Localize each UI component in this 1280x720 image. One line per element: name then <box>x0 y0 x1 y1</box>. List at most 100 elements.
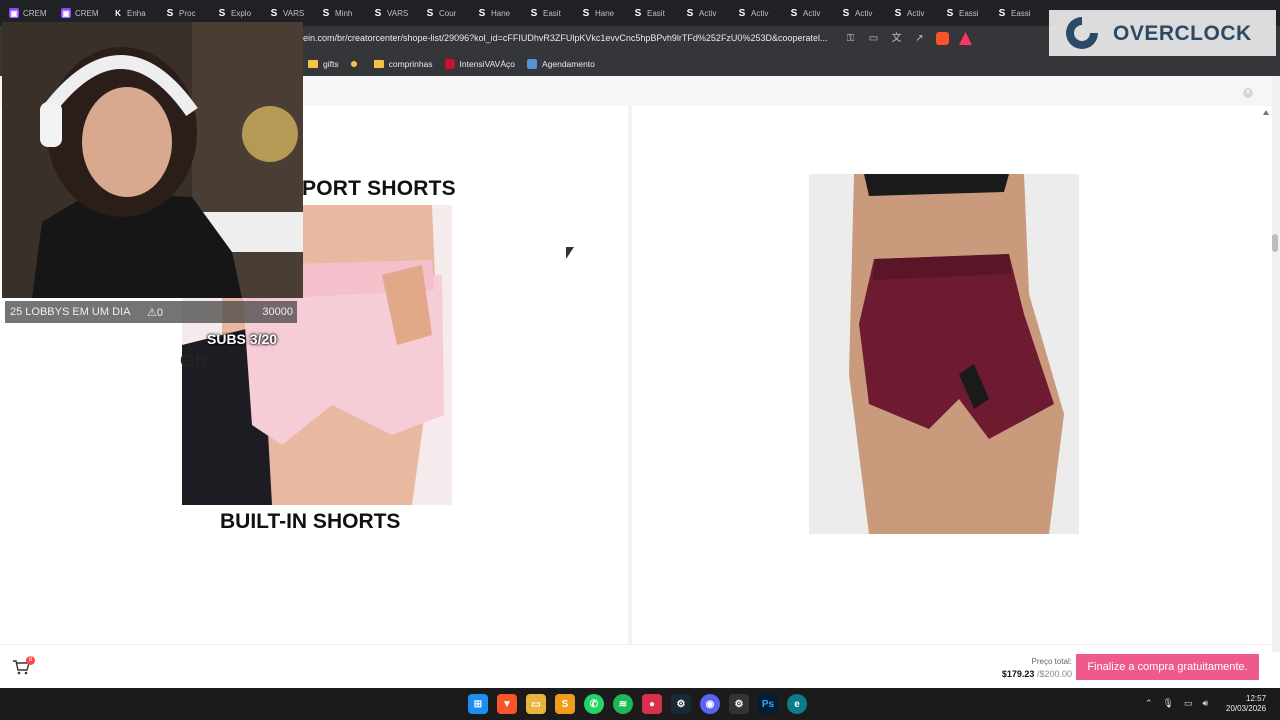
folder-icon <box>373 60 384 68</box>
s-icon: S <box>894 7 902 19</box>
browser-tab[interactable]: S Easit <box>628 2 680 24</box>
clock-date: 20/03/2026 <box>1226 704 1267 713</box>
tab-label: Hane <box>491 8 511 18</box>
browser-tab[interactable]: S Easit <box>524 2 576 24</box>
s-icon: S <box>738 7 746 19</box>
s-icon: S <box>946 7 954 19</box>
brave-rewards-icon[interactable] <box>959 32 972 45</box>
product-image-right[interactable] <box>809 174 1079 534</box>
browser-tab[interactable]: ▣ CREM <box>4 2 56 24</box>
page-scrollbar[interactable] <box>1272 76 1280 652</box>
browser-tab[interactable]: S Activ <box>680 2 732 24</box>
recording-app-icon[interactable]: ● <box>642 694 662 714</box>
discord-icon[interactable]: ◉ <box>700 694 720 714</box>
tray-chevron-up-icon[interactable]: ⌃ <box>1145 698 1153 709</box>
calendar-icon <box>526 59 537 69</box>
url-field[interactable]: ein.com/br/creatorcenter/shope-list/2909… <box>303 33 828 43</box>
goal-count: ⚠0 <box>147 307 163 319</box>
tab-label: CREM <box>75 8 99 18</box>
brave-browser-icon[interactable]: ▼ <box>497 694 517 714</box>
browser-tab[interactable]: S Hane <box>576 2 628 24</box>
tab-label: VARS <box>283 8 305 18</box>
s-icon: S <box>998 7 1006 19</box>
k-icon: K <box>115 8 121 18</box>
microphone-icon[interactable]: 🎙︎ <box>1163 698 1174 709</box>
s-icon: S <box>374 7 382 19</box>
scroll-up-arrow-icon[interactable] <box>1263 110 1269 115</box>
bookmark-item[interactable]: IntensiVAVÁço <box>444 59 515 69</box>
checkout-button[interactable]: Finalize a compra gratuitamente. <box>1076 654 1259 680</box>
stream-goal-bar: 25 LOBBYS EM UM DIA ⚠0 30000 <box>5 301 297 323</box>
tab-label: VARS <box>387 8 409 18</box>
browser-tab[interactable]: S Activ <box>732 2 784 24</box>
tab-label: Easit <box>647 8 665 18</box>
system-clock[interactable]: 12:57 20/03/2026 <box>1226 694 1266 714</box>
bookmark-label: gifts <box>323 59 339 69</box>
browser-tab[interactable]: S Activ <box>836 2 888 24</box>
bookmark-label: IntensiVAVÁço <box>459 59 515 69</box>
s-icon: S <box>686 7 694 19</box>
triangle-icon: ⚠ <box>147 307 157 319</box>
browser-tab[interactable]: S VARS <box>368 2 420 24</box>
tab-label: Eassi <box>959 8 979 18</box>
twitch-icon: ▣ <box>61 8 71 18</box>
browser-tab[interactable]: S Activ <box>888 2 940 24</box>
settings-icon[interactable]: ⚙ <box>729 694 749 714</box>
browser-tab[interactable]: S Cour <box>420 2 472 24</box>
browser-tab[interactable]: S Proc <box>160 2 212 24</box>
partial-overlay-text: ON <box>180 351 209 372</box>
tab-label: Minh <box>335 8 353 18</box>
steam-icon[interactable]: ⚙ <box>671 694 691 714</box>
bookmark-label: comprinhas <box>388 59 433 69</box>
share-icon[interactable]: ↗ <box>913 32 926 45</box>
taskbar-apps: ⊞ ▼ ▭ S ✆ ≋ ● ⚙ ◉ ⚙ Ps e <box>468 694 807 714</box>
tab-label: Hane <box>595 8 615 18</box>
checkout-footer: 8 Preço total: $179.23 /$200.00 Finalize… <box>0 644 1272 688</box>
browser-tab[interactable]: S Activ <box>784 2 836 24</box>
clock-time: 12:57 <box>1246 694 1267 703</box>
dot-icon <box>350 61 357 67</box>
key-icon[interactable]: ⚿ <box>844 32 857 45</box>
brave-shield-icon[interactable] <box>936 32 949 45</box>
browser-tab[interactable]: K Enha <box>108 2 160 24</box>
bookmark-item[interactable]: comprinhas <box>373 59 433 69</box>
cart-count-badge: 8 <box>26 656 35 665</box>
network-icon[interactable]: ▭ <box>1184 698 1193 709</box>
file-explorer-icon[interactable]: ▭ <box>526 694 546 714</box>
browser-tab[interactable]: S Eassi <box>992 2 1044 24</box>
photoshop-icon[interactable]: Ps <box>758 694 778 714</box>
browser-tab[interactable]: S VARS <box>264 2 316 24</box>
bookmark-item[interactable] <box>350 61 362 67</box>
subs-counter: SUBS 3/20 <box>207 331 278 347</box>
s-icon: S <box>426 7 434 19</box>
volume-icon[interactable]: 🔊︎ <box>1203 698 1209 709</box>
twitch-icon: ▣ <box>9 8 19 18</box>
bookmark-item[interactable]: gifts <box>308 59 339 69</box>
scrollbar-thumb[interactable] <box>1272 234 1278 252</box>
translate-icon[interactable]: 文 <box>890 32 903 45</box>
browser-tab[interactable]: S Explo <box>212 2 264 24</box>
sublime-icon[interactable]: S <box>555 694 575 714</box>
cast-icon[interactable]: ▭ <box>867 32 880 45</box>
browser-tab[interactable]: S Eassi <box>940 2 992 24</box>
browser-tab[interactable]: ▣ CREM <box>56 2 108 24</box>
browser-tab[interactable]: S Minh <box>316 2 368 24</box>
goal-text: 25 LOBBYS EM UM DIA <box>10 306 131 318</box>
product-image-caption: BUILT-IN SHORTS <box>220 510 401 533</box>
whatsapp-icon[interactable]: ✆ <box>584 694 604 714</box>
s-icon: S <box>478 7 486 19</box>
total-price-value: $179.23 /$200.00 <box>1002 669 1072 679</box>
spotify-icon[interactable]: ≋ <box>613 694 633 714</box>
mouse-cursor-icon <box>566 247 574 259</box>
windows-start-icon[interactable]: ⊞ <box>468 694 488 714</box>
browser-tab[interactable]: S Hane <box>472 2 524 24</box>
tab-label: Eassi <box>1011 8 1031 18</box>
folder-icon <box>308 60 318 68</box>
edge-icon[interactable]: e <box>787 694 807 714</box>
close-icon[interactable]: ✕ <box>1243 88 1253 98</box>
bookmark-item[interactable]: Agendamento <box>526 59 595 69</box>
webcam-overlay <box>2 22 303 298</box>
shorts-illustration-right <box>809 174 1079 534</box>
overclock-brand-text: OVERCLOCK <box>1113 22 1252 45</box>
panel-divider <box>628 106 632 646</box>
